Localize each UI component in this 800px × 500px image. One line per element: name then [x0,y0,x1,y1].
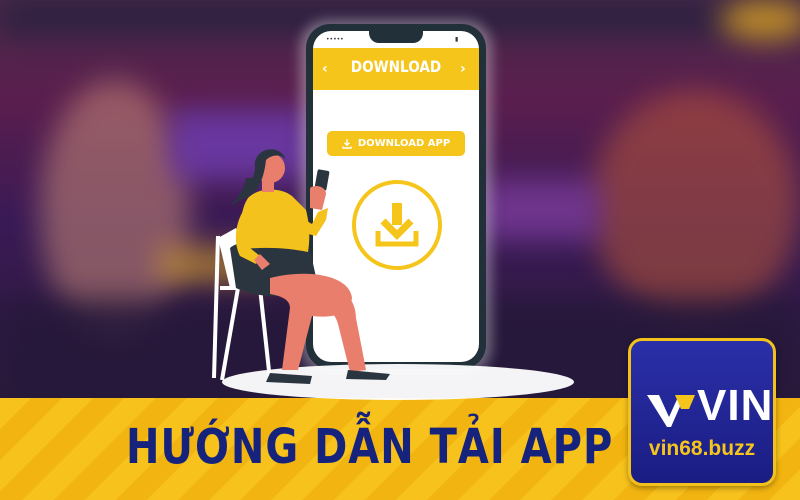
status-battery-icon: ▮ [455,36,459,43]
logo-domain: vin68.buzz [648,437,756,460]
app-header-title: DOWNLOAD [350,57,442,76]
brand-logo[interactable]: VIN vin68.buzz [628,338,776,486]
chevron-right-icon[interactable]: › [460,61,466,77]
vin-mark-icon [647,395,695,427]
logo-wordmark: VIN [697,381,774,430]
woman-illustration [212,149,390,384]
chevron-left-icon[interactable]: ‹ [322,61,328,77]
banner-title: HƯỚNG DẪN TẢI APP [126,420,614,476]
status-signal: ••••• [326,36,344,43]
phone-notch [369,30,423,43]
download-icon [342,138,352,149]
